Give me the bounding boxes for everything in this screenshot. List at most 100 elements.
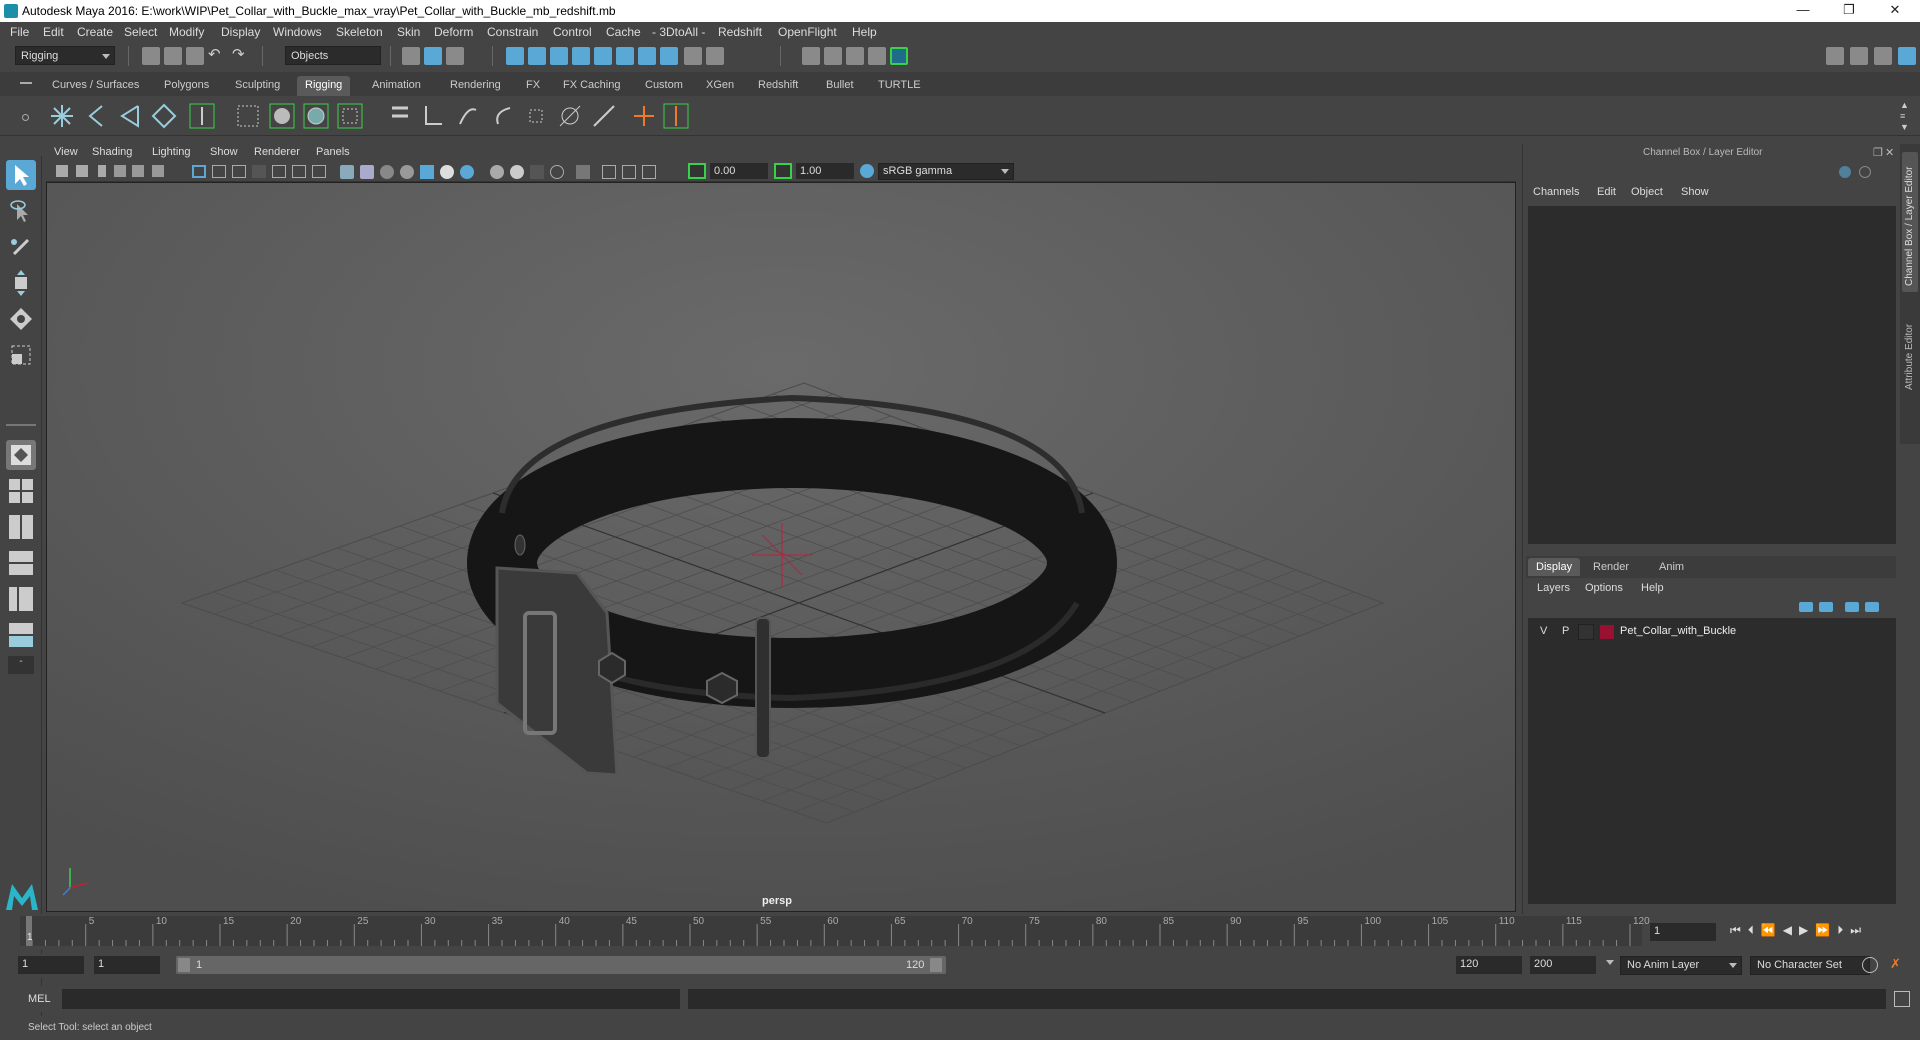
- wireframe-on-shaded-icon[interactable]: [380, 165, 394, 179]
- channel-box-manipulator-icon[interactable]: [1839, 166, 1851, 178]
- grease-pencil-icon[interactable]: [152, 165, 164, 177]
- two-d-pan-icon[interactable]: [132, 165, 144, 177]
- tab-anim[interactable]: Anim: [1659, 561, 1684, 573]
- ik-spline-icon[interactable]: [116, 102, 144, 130]
- lasso-tool-icon[interactable]: [6, 196, 36, 226]
- tab-turtle[interactable]: TURTLE: [870, 76, 929, 96]
- image-plane-icon[interactable]: [114, 165, 126, 177]
- layer-menu-layers[interactable]: Layers: [1537, 582, 1570, 594]
- layer-color-swatch[interactable]: [1600, 625, 1614, 639]
- selection-mode-dropdown[interactable]: Objects: [285, 46, 381, 65]
- bookmark-icon[interactable]: [98, 165, 106, 177]
- interactive-bind-icon[interactable]: [336, 102, 364, 130]
- scale-tool-icon[interactable]: [6, 340, 36, 370]
- script-editor-icon[interactable]: [1894, 991, 1910, 1007]
- layer-type-toggle[interactable]: [1578, 624, 1594, 640]
- float-panel-icon[interactable]: ❐: [1873, 146, 1883, 159]
- menu-display[interactable]: Display: [221, 25, 260, 39]
- menu-edit[interactable]: Edit: [43, 25, 64, 39]
- range-slider-end-handle[interactable]: [930, 958, 942, 972]
- menu-windows[interactable]: Windows: [273, 25, 322, 39]
- channel-box-options-icon[interactable]: [1859, 166, 1871, 178]
- smooth-bind-icon[interactable]: [302, 102, 330, 130]
- point-constraint-icon[interactable]: [454, 102, 482, 130]
- animation-end-field[interactable]: 200: [1530, 956, 1596, 974]
- anti-aliasing-icon[interactable]: [510, 165, 524, 179]
- shadows-icon[interactable]: [440, 165, 454, 179]
- safe-title-icon[interactable]: [312, 165, 326, 178]
- time-slider[interactable]: 1 5 10 15 20 25 30 35 40 45 50 55 60 65 70 75 80 85 90 95 1…: [0, 914, 1920, 950]
- ipr-render-icon[interactable]: [846, 47, 864, 65]
- layer-playback-toggle[interactable]: P: [1562, 625, 1569, 637]
- field-chart-icon[interactable]: [272, 165, 286, 178]
- minimize-button[interactable]: —: [1780, 0, 1826, 22]
- menu-file[interactable]: File: [10, 25, 29, 39]
- range-slider[interactable]: 1 120: [176, 956, 946, 974]
- tab-custom[interactable]: Custom: [637, 76, 691, 96]
- aim-constraint-icon[interactable]: [556, 102, 584, 130]
- anim-layer-dropdown[interactable]: No Anim Layer: [1620, 956, 1742, 975]
- rotate-tool-icon[interactable]: [6, 304, 36, 334]
- channel-box-area[interactable]: [1528, 206, 1896, 544]
- locator-icon[interactable]: [188, 102, 216, 130]
- isolate-select-icon[interactable]: [550, 165, 564, 179]
- ik-solver-icon[interactable]: [150, 102, 178, 130]
- menu-create[interactable]: Create: [77, 25, 113, 39]
- depth-of-field-icon[interactable]: [530, 165, 544, 179]
- tab-attribute-editor-side[interactable]: Attribute Editor: [1902, 304, 1918, 394]
- tab-bullet[interactable]: Bullet: [818, 76, 862, 96]
- wrap-icon[interactable]: [268, 102, 296, 130]
- two-pane-side-layout-icon[interactable]: [6, 512, 36, 542]
- tab-fx[interactable]: FX: [518, 76, 548, 96]
- ik-handle-icon[interactable]: [82, 102, 110, 130]
- current-frame-field[interactable]: 1: [1650, 923, 1716, 941]
- time-ruler[interactable]: 1 5 10 15 20 25 30 35 40 45 50 55 60 65 70 75 80 85 90 95 1…: [20, 916, 1650, 946]
- select-hierarchy-icon[interactable]: [402, 47, 420, 65]
- menu-skeleton[interactable]: Skeleton: [336, 25, 383, 39]
- step-back-frame-icon[interactable]: ⏪: [1761, 923, 1783, 937]
- select-object-icon[interactable]: [424, 47, 442, 65]
- menu-skin[interactable]: Skin: [397, 25, 420, 39]
- snap-point-icon[interactable]: [550, 47, 568, 65]
- layout-menu-button[interactable]: -: [8, 656, 34, 674]
- textured-icon[interactable]: [400, 165, 414, 179]
- menu-constrain[interactable]: Constrain: [487, 25, 538, 39]
- open-scene-icon[interactable]: [164, 47, 182, 65]
- camera-attributes-icon[interactable]: [76, 165, 88, 177]
- snap-grid-icon[interactable]: [506, 47, 524, 65]
- viewport-menu-shading[interactable]: Shading: [92, 146, 132, 158]
- tab-fx-caching[interactable]: FX Caching: [555, 76, 628, 96]
- save-scene-icon[interactable]: [186, 47, 204, 65]
- screen-space-ao-icon[interactable]: [460, 165, 474, 179]
- move-tool-icon[interactable]: [6, 268, 36, 298]
- two-pane-stacked-layout-icon[interactable]: [6, 548, 36, 578]
- viewport-menu-renderer[interactable]: Renderer: [254, 146, 300, 158]
- layer-visibility-toggle[interactable]: V: [1540, 625, 1547, 637]
- color-management-icon[interactable]: [860, 164, 874, 178]
- use-all-lights-icon[interactable]: [420, 165, 434, 179]
- viewport-menu-view[interactable]: View: [54, 146, 78, 158]
- command-language-label[interactable]: MEL: [28, 993, 51, 1005]
- xray-icon[interactable]: [576, 165, 590, 179]
- gamma-field[interactable]: 1.00: [796, 163, 854, 179]
- maximize-button[interactable]: ❐: [1826, 0, 1872, 22]
- go-to-start-icon[interactable]: ⏮: [1730, 923, 1748, 937]
- lock-icon[interactable]: [684, 47, 702, 65]
- view-transform-dropdown[interactable]: sRGB gamma: [878, 163, 1014, 180]
- xray-active-icon[interactable]: [622, 165, 636, 179]
- single-pane-layout-icon[interactable]: [6, 440, 36, 470]
- tab-animation[interactable]: Animation: [364, 76, 429, 96]
- tab-rendering[interactable]: Rendering: [442, 76, 509, 96]
- layout-icon[interactable]: [1850, 47, 1868, 65]
- snap-view-plane-icon[interactable]: [572, 47, 590, 65]
- graph-editor-layout-icon[interactable]: [6, 620, 36, 650]
- menu-deform[interactable]: Deform: [434, 25, 473, 39]
- tab-render[interactable]: Render: [1593, 561, 1629, 573]
- workspace-icon[interactable]: [1826, 47, 1844, 65]
- tab-channel-box-side[interactable]: Channel Box / Layer Editor: [1902, 152, 1918, 292]
- lattice-icon[interactable]: [234, 102, 262, 130]
- menu-3dtoall[interactable]: - 3DtoAll -: [652, 25, 705, 39]
- gamma-icon[interactable]: [774, 163, 792, 179]
- tab-xgen[interactable]: XGen: [698, 76, 742, 96]
- command-input[interactable]: [62, 989, 680, 1009]
